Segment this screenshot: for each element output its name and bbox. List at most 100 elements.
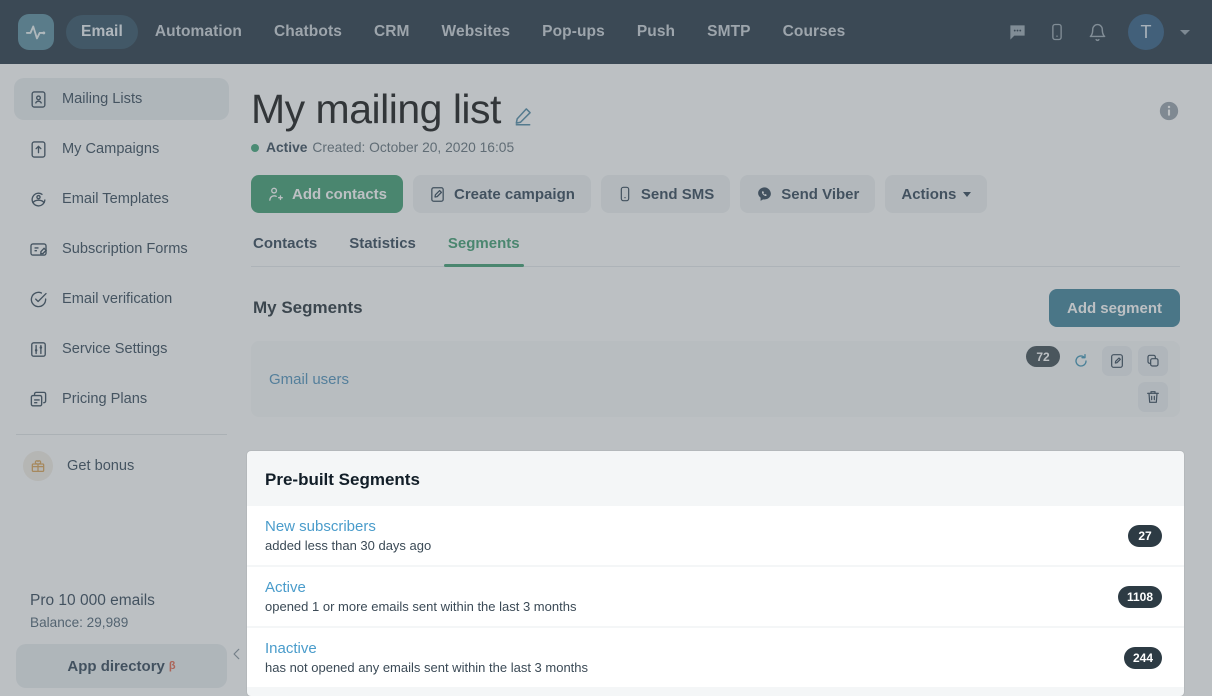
status-dot-icon: [251, 143, 259, 152]
mobile-phone-icon[interactable]: [1042, 17, 1072, 47]
nav-link-popups[interactable]: Pop-ups: [527, 15, 620, 49]
prebuilt-row-texts: Active opened 1 or more emails sent with…: [265, 579, 576, 614]
my-segments-header: My Segments Add segment: [251, 289, 1180, 328]
app-directory-label: App directory: [67, 657, 165, 675]
app-directory-button[interactable]: App directory β: [16, 644, 227, 688]
add-user-icon: [269, 187, 283, 201]
activity-pulse-icon: [25, 25, 46, 40]
prebuilt-count-badge: 1108: [1117, 585, 1162, 608]
sidebar-item-email-templates[interactable]: Email Templates: [14, 178, 229, 220]
plan-title: Pro 10 000 emails: [30, 592, 155, 609]
sidebar-item-get-bonus[interactable]: Get bonus: [14, 445, 229, 487]
campaign-icon: [431, 186, 444, 202]
prebuilt-row-texts: Inactive has not opened any emails sent …: [265, 640, 588, 675]
pencil-icon[interactable]: [513, 106, 533, 131]
nav-link-email[interactable]: Email: [66, 15, 138, 49]
sidebar-item-service-settings[interactable]: Service Settings: [14, 328, 229, 370]
sidebar-item-pricing-plans[interactable]: Pricing Plans: [14, 378, 229, 420]
sidebar-item-label: Subscription Forms: [62, 241, 188, 257]
prebuilt-segment-row[interactable]: Inactive has not opened any emails sent …: [247, 628, 1184, 687]
add-segment-button[interactable]: Add segment: [1048, 289, 1180, 328]
prebuilt-row-texts: New subscribers added less than 30 days …: [265, 518, 431, 553]
app-root: Email Automation Chatbots CRM Websites P…: [0, 0, 1212, 696]
nav-link-websites[interactable]: Websites: [427, 15, 526, 49]
segment-name-link[interactable]: Gmail users: [269, 371, 349, 388]
sidebar-item-my-campaigns[interactable]: My Campaigns: [14, 128, 229, 170]
plan-balance: Balance: 29,989: [30, 615, 129, 630]
segment-tool-column: [1138, 346, 1168, 413]
edit-icon[interactable]: [1102, 346, 1132, 377]
add-contacts-button[interactable]: Add contacts: [251, 175, 404, 214]
mobile-phone-icon: [620, 186, 630, 202]
segment-row[interactable]: Gmail users 72: [251, 341, 1180, 418]
plan-info: Pro 10 000 emails Balance: 29,989: [14, 592, 229, 630]
nav-link-smtp[interactable]: SMTP: [692, 15, 765, 49]
sidebar-collapse-button[interactable]: [228, 644, 246, 664]
sidebar-item-label: Service Settings: [62, 341, 168, 357]
sidebar-item-label: My Campaigns: [62, 141, 160, 157]
create-campaign-button[interactable]: Create campaign: [413, 175, 591, 214]
nav-link-chatbots[interactable]: Chatbots: [259, 15, 357, 49]
chevron-left-icon: [233, 648, 240, 660]
send-viber-button[interactable]: Send Viber: [740, 175, 876, 214]
refresh-icon[interactable]: [1066, 346, 1096, 376]
nav-link-crm[interactable]: CRM: [359, 15, 425, 49]
list-meta: Active Created: October 20, 2020 16:05: [251, 140, 1180, 155]
prebuilt-segment-link[interactable]: New subscribers: [265, 518, 431, 535]
contact-card-icon: [28, 89, 48, 109]
sidebar-item-email-verification[interactable]: Email verification: [14, 278, 229, 320]
tab-contacts[interactable]: Contacts: [253, 235, 317, 266]
prebuilt-segments-card: Pre-built Segments New subscribers added…: [247, 451, 1184, 696]
send-sms-button[interactable]: Send SMS: [600, 175, 731, 214]
prebuilt-segment-description: has not opened any emails sent within th…: [265, 660, 589, 675]
copy-icon[interactable]: [1138, 346, 1168, 377]
sidebar-item-label: Email verification: [62, 291, 173, 307]
tab-statistics[interactable]: Statistics: [349, 235, 416, 266]
prebuilt-segment-description: opened 1 or more emails sent within the …: [265, 599, 577, 614]
actions-dropdown-button[interactable]: Actions: [885, 175, 988, 214]
prebuilt-count-badge: 27: [1128, 524, 1162, 547]
bell-icon[interactable]: [1082, 17, 1112, 47]
prebuilt-count-badge: 244: [1123, 646, 1162, 669]
user-avatar[interactable]: T: [1128, 14, 1164, 50]
sidebar-item-mailing-lists[interactable]: Mailing Lists: [14, 78, 229, 120]
sidebar-item-label: Email Templates: [62, 191, 169, 207]
status-badge: Active: [266, 140, 308, 156]
check-circle-icon: [28, 289, 48, 309]
prebuilt-segment-description: added less than 30 days ago: [265, 538, 432, 553]
chevron-down-icon[interactable]: [1180, 29, 1190, 35]
gift-icon: [23, 451, 53, 481]
upload-box-icon: [28, 139, 48, 159]
page-header: My mailing list: [251, 86, 1180, 132]
button-label: Actions: [901, 185, 957, 203]
prebuilt-segment-row[interactable]: Active opened 1 or more emails sent with…: [247, 567, 1184, 626]
page-title: My mailing list: [251, 86, 501, 132]
app-logo[interactable]: [18, 14, 54, 50]
tab-segments[interactable]: Segments: [443, 235, 524, 268]
prebuilt-segment-row[interactable]: New subscribers added less than 30 days …: [247, 506, 1184, 565]
viber-icon: [758, 186, 772, 201]
info-circle-icon[interactable]: [1158, 100, 1180, 127]
button-label: Send Viber: [781, 185, 860, 203]
trash-icon[interactable]: [1138, 382, 1168, 413]
nav-link-automation[interactable]: Automation: [140, 15, 257, 49]
button-label: Send SMS: [640, 185, 715, 203]
nav-link-push[interactable]: Push: [622, 15, 690, 49]
sliders-icon: [28, 339, 48, 359]
sidebar: Mailing Lists My Campaigns Email Templat…: [0, 64, 243, 696]
chat-bubble-icon[interactable]: [1002, 17, 1032, 47]
button-label: Create campaign: [454, 185, 575, 203]
sidebar-item-label: Mailing Lists: [62, 91, 143, 107]
top-navigation-bar: Email Automation Chatbots CRM Websites P…: [0, 0, 1212, 64]
main-nav-links: Email Automation Chatbots CRM Websites P…: [66, 15, 860, 49]
segment-count-badge: 72: [1026, 346, 1060, 368]
prebuilt-segment-link[interactable]: Inactive: [265, 640, 588, 657]
sidebar-item-subscription-forms[interactable]: Subscription Forms: [14, 228, 229, 270]
prebuilt-segment-link[interactable]: Active: [265, 579, 576, 596]
my-segments-title: My Segments: [253, 298, 363, 318]
created-date: Created: October 20, 2020 16:05: [312, 140, 515, 156]
chevron-down-icon: [963, 191, 972, 197]
template-icon: [28, 189, 48, 209]
nav-link-courses[interactable]: Courses: [768, 15, 861, 49]
